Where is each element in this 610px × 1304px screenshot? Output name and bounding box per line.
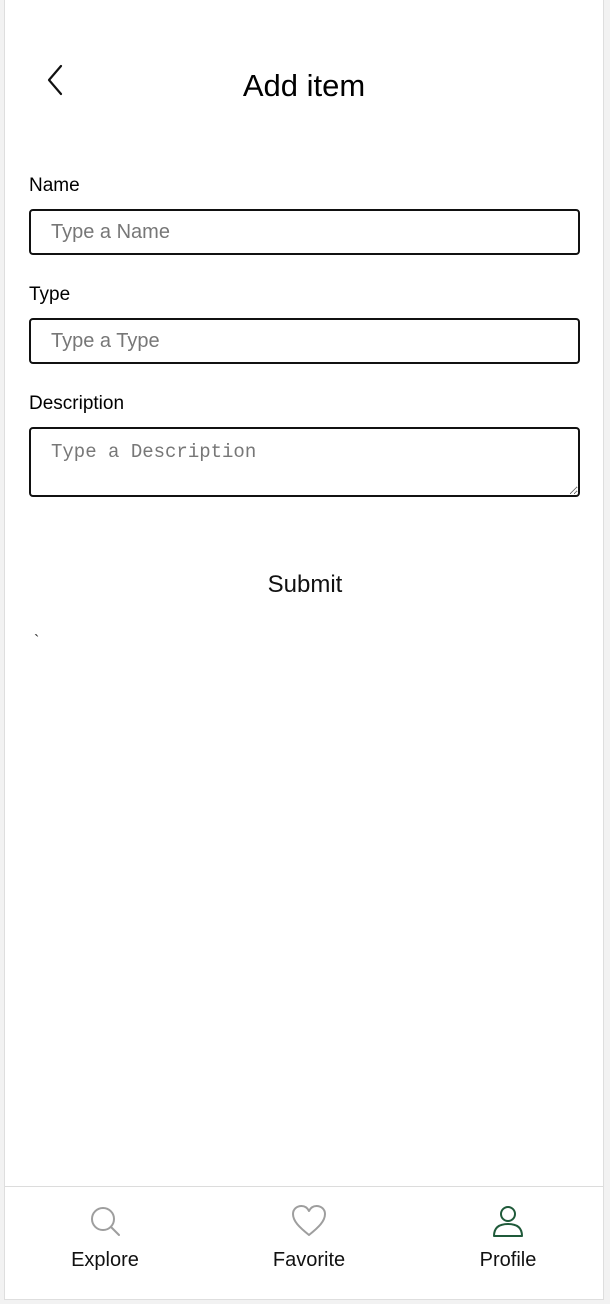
nav-item-profile[interactable]: Profile [428,1187,588,1299]
submit-button[interactable]: Submit [225,562,385,608]
stray-text: ` [34,633,40,650]
app-screen: Add item Name Type Description Submit ` … [4,0,604,1300]
person-icon [491,1204,525,1243]
page-title: Add item [242,68,366,103]
nav-item-explore[interactable]: Explore [25,1187,185,1299]
nav-item-favorite[interactable]: Favorite [229,1187,389,1299]
type-input[interactable] [29,318,580,364]
name-input[interactable] [29,209,580,255]
name-label: Name [29,175,80,196]
description-textarea[interactable] [29,427,580,497]
nav-label-profile: Profile [479,1249,537,1271]
description-label: Description [29,393,125,414]
search-icon [88,1204,122,1243]
nav-label-favorite: Favorite [272,1249,346,1271]
type-label: Type [29,284,71,305]
bottom-nav: Explore Favorite Profile [5,1186,603,1299]
nav-label-explore: Explore [71,1249,139,1271]
heart-icon [291,1204,327,1243]
